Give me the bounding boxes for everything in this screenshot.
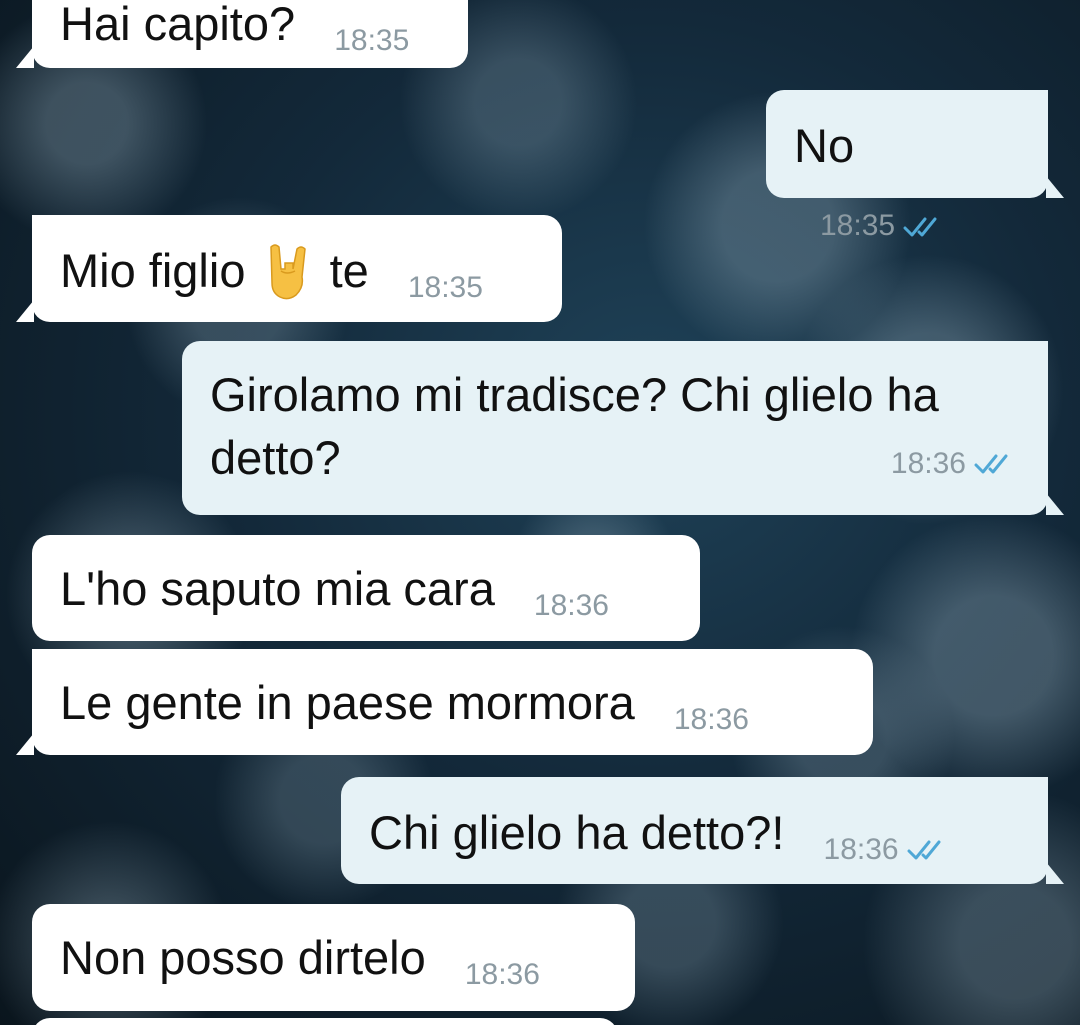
outgoing-message[interactable]: No 18:35 [766,90,1064,242]
outgoing-message[interactable]: Girolamo mi tradisce? Chi glielo ha dett… [182,341,1064,515]
incoming-message[interactable]: Hai capito? 18:35 [16,0,468,68]
incoming-message[interactable]: Non posso dirtelo 18:36 [32,904,635,1011]
chat-message-list[interactable]: Hai capito? 18:35 No 18:35 Mio figlio te… [0,0,1080,1025]
message-text: Le gente in paese mormora [60,676,635,729]
message-text: Hai capito? [60,0,296,50]
message-text-after-emoji: te [329,244,369,297]
double-check-read-icon [903,215,949,239]
message-time: 18:35 [407,271,483,304]
message-time: 18:36 [890,446,966,480]
message-meta: 18:35 [820,206,949,247]
message-text-before-emoji: Mio figlio [60,244,246,297]
message-meta: 18:35 [334,21,409,62]
message-time: 18:35 [334,24,410,57]
double-check-read-icon [974,452,1020,476]
message-text: No [794,119,855,172]
message-meta: 18:36 [824,830,953,871]
message-meta: 18:35 [408,268,483,309]
message-time: 18:36 [823,833,899,866]
message-meta: 18:36 [465,955,540,996]
message-meta: 18:36 [674,700,749,741]
message-text: Non posso dirtelo [60,931,426,984]
incoming-message[interactable]: L'ho saputo mia cara 18:36 [32,535,700,641]
message-meta: 18:36 [534,586,609,627]
message-time: 18:36 [673,703,749,736]
message-text: Chi glielo ha detto?! [369,806,785,859]
incoming-message-partial[interactable] [32,1018,618,1025]
message-text: L'ho saputo mia cara [60,562,495,615]
message-time: 18:36 [533,589,609,622]
double-check-read-icon [907,838,953,862]
incoming-message[interactable]: Mio figlio te 18:35 [16,215,562,322]
outgoing-message[interactable]: Chi glielo ha detto?! 18:36 [341,777,1064,884]
message-time: 18:35 [820,209,896,243]
message-time: 18:36 [464,958,540,991]
incoming-message[interactable]: Le gente in paese mormora 18:36 [16,649,873,755]
sign-of-the-horns-emoji-icon [265,241,311,301]
